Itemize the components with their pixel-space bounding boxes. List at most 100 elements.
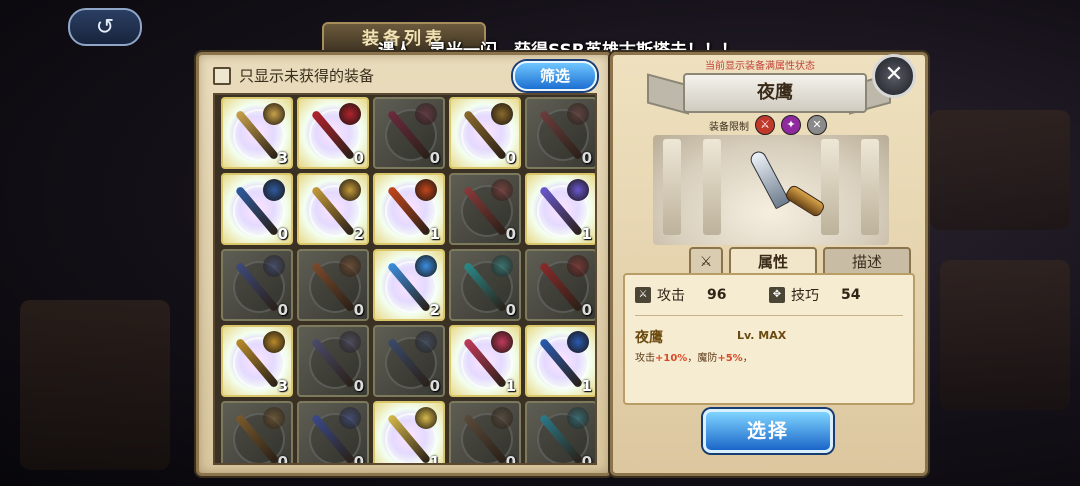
attack-icon: ⚔	[635, 287, 651, 303]
weapon-head-icon	[263, 407, 285, 429]
equipment-slot[interactable]: 1	[449, 325, 521, 397]
equipment-count: 0	[277, 225, 288, 243]
equipment-list-panel: 只显示未获得的装备 筛选 3 0 0 0 0 0 2 1 0 1 0 0 2 0 0 3 0 0 1 1 0 0 1 0 0	[196, 52, 612, 476]
equipment-count: 0	[353, 377, 364, 395]
back-arrow-icon: ↺	[95, 14, 115, 40]
desc-attack-bonus: +10%	[655, 353, 688, 364]
equipment-slot[interactable]: 0	[525, 249, 595, 321]
back-button[interactable]: ↺	[68, 8, 142, 46]
equipment-slot[interactable]: 0	[221, 173, 293, 245]
desc-mdef-bonus: +5%	[717, 353, 743, 364]
attributes-box: ⚔ 攻击 96 ✥ 技巧 54 夜鹰 Lv. MAX 攻击+10%，魔防+5%，	[623, 273, 915, 405]
equipment-slot[interactable]: 0	[449, 97, 521, 169]
equipment-detail-panel: 当前显示装备满属性状态 夜鹰 装备限制 ⚔ ✦ ✕ ⚔ 属性 描述 ⚔ 攻击 9…	[610, 52, 928, 476]
weapon-head-icon	[263, 179, 285, 201]
equipment-slot[interactable]: 0	[297, 325, 369, 397]
skill-icon: ✥	[769, 287, 785, 303]
divider	[635, 315, 903, 316]
unowned-filter-toggle[interactable]: 只显示未获得的装备	[213, 65, 374, 86]
skill-name: 夜鹰	[635, 330, 663, 346]
equipment-count: 0	[429, 149, 440, 167]
equipment-slot[interactable]: 0	[525, 97, 595, 169]
equipment-count: 0	[353, 149, 364, 167]
weapon-head-icon	[491, 103, 513, 125]
equipment-slot[interactable]: 2	[297, 173, 369, 245]
weapon-head-icon	[491, 255, 513, 277]
stat-skill-value: 54	[841, 287, 861, 303]
equipment-count: 3	[277, 377, 288, 395]
weapon-head-icon	[567, 103, 589, 125]
equipment-preview	[653, 135, 889, 245]
weapon-head-icon	[339, 103, 361, 125]
pillar	[663, 139, 681, 235]
close-button[interactable]: ✕	[872, 54, 916, 98]
equipment-slot[interactable]: 1	[525, 173, 595, 245]
equipment-slot[interactable]: 0	[297, 97, 369, 169]
equipment-slot[interactable]: 0	[373, 325, 445, 397]
crossed-class-icon: ✕	[807, 115, 827, 135]
weapon-head-icon	[491, 331, 513, 353]
stat-skill-label: 技巧	[791, 288, 819, 304]
unowned-filter-label: 只显示未获得的装备	[239, 67, 375, 85]
weapon-head-icon	[263, 331, 285, 353]
stat-attack: ⚔ 攻击 96	[635, 285, 726, 305]
equipment-count: 0	[505, 301, 516, 319]
equipment-slot[interactable]: 1	[525, 325, 595, 397]
restriction-label: 装备限制	[709, 121, 749, 133]
equipment-count: 0	[581, 453, 592, 465]
weapon-head-icon	[567, 407, 589, 429]
equipment-slot[interactable]: 3	[221, 325, 293, 397]
weapon-head-icon	[339, 179, 361, 201]
equipment-slot[interactable]: 0	[525, 401, 595, 465]
equipment-slot[interactable]: 0	[297, 249, 369, 321]
equip-restriction: 装备限制 ⚔ ✦ ✕	[709, 115, 827, 135]
dagger-hilt-image	[783, 183, 827, 219]
weapon-head-icon	[415, 331, 437, 353]
pillar	[821, 139, 839, 235]
equipment-slot[interactable]: 0	[449, 401, 521, 463]
stat-attack-label: 攻击	[657, 288, 685, 304]
equipment-count: 1	[505, 377, 516, 395]
equipment-slot[interactable]: 0	[221, 249, 293, 321]
equipment-count: 0	[581, 149, 592, 167]
weapon-head-icon	[567, 179, 589, 201]
weapon-head-icon	[415, 255, 437, 277]
equipment-count: 0	[505, 225, 516, 243]
skill-description: 攻击+10%，魔防+5%，	[635, 349, 753, 364]
equipment-count: 0	[581, 301, 592, 319]
equipment-count: 0	[353, 301, 364, 319]
select-button[interactable]: 选择	[703, 409, 833, 453]
weapon-head-icon	[415, 179, 437, 201]
equipment-slot[interactable]: 2	[373, 249, 445, 321]
weapon-head-icon	[339, 331, 361, 353]
filter-button[interactable]: 筛选	[513, 61, 597, 91]
desc-suffix: ，	[742, 353, 753, 364]
equipment-count: 0	[429, 377, 440, 395]
unowned-checkbox[interactable]	[213, 66, 231, 85]
stat-attack-value: 96	[707, 287, 727, 303]
equipment-slot[interactable]: 1	[373, 173, 445, 245]
equipment-slot[interactable]: 0	[449, 173, 521, 245]
weapon-head-icon	[415, 407, 437, 429]
weapon-head-icon	[491, 407, 513, 429]
weapon-head-icon	[339, 407, 361, 429]
equipment-slot[interactable]: 0	[449, 249, 521, 321]
equipment-slot[interactable]: 0	[221, 401, 293, 463]
weapon-head-icon	[263, 103, 285, 125]
equipment-slot[interactable]: 0	[297, 401, 369, 463]
magic-class-icon: ✦	[781, 115, 801, 135]
max-stats-notice: 当前显示装备满属性状态	[705, 61, 815, 72]
equipment-count: 1	[429, 453, 440, 465]
equipment-count: 3	[277, 149, 288, 167]
equipment-name: 夜鹰	[683, 73, 867, 113]
equipment-slot[interactable]: 1	[373, 401, 445, 465]
weapon-head-icon	[491, 179, 513, 201]
equipment-slot[interactable]: 3	[221, 97, 293, 169]
equipment-count: 2	[353, 225, 364, 243]
equipment-count: 0	[505, 149, 516, 167]
equipment-count: 2	[429, 301, 440, 319]
equipment-count: 1	[581, 377, 592, 395]
pillar	[703, 139, 721, 235]
equipment-slot[interactable]: 0	[373, 97, 445, 169]
equipment-grid: 3 0 0 0 0 0 2 1 0 1 0 0 2 0 0 3 0 0 1 1 0 0 1 0 0	[213, 93, 597, 465]
